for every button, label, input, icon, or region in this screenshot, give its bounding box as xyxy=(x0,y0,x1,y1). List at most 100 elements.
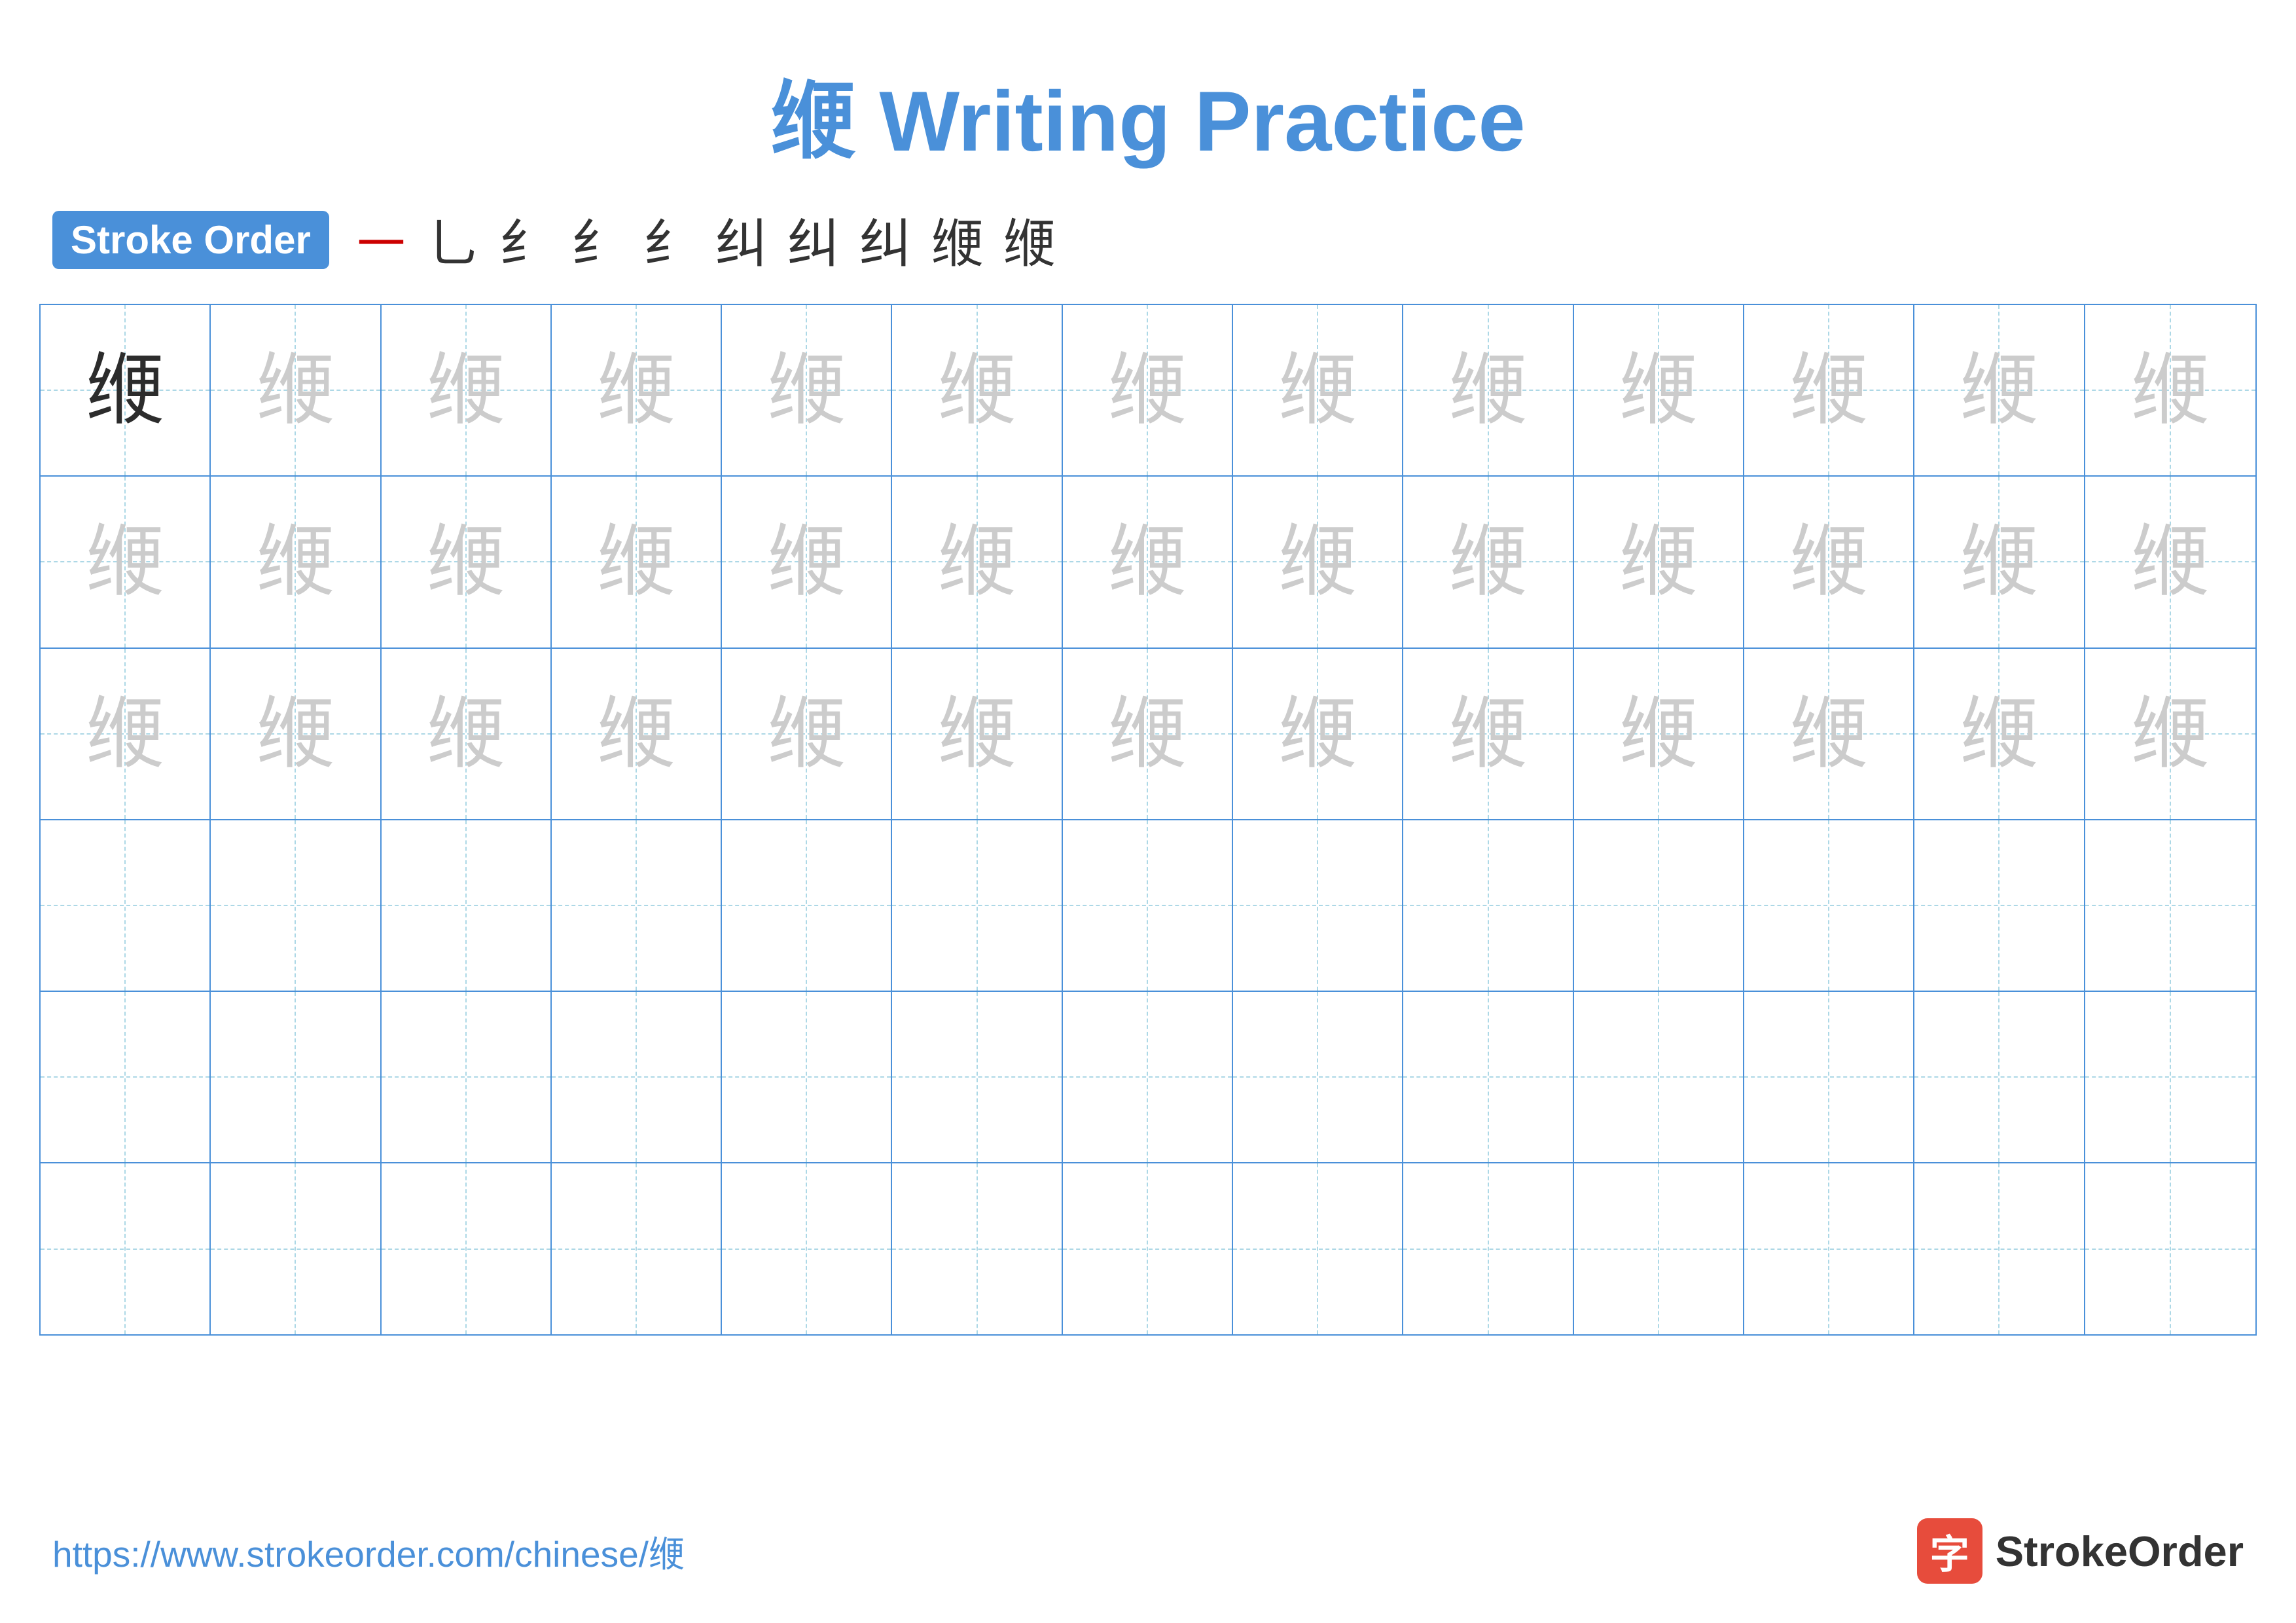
grid-cell-4-11[interactable] xyxy=(1744,820,1914,991)
grid-cell-2-5: 缏 xyxy=(722,477,892,647)
grid-cell-6-9[interactable] xyxy=(1403,1163,1573,1334)
grid-cell-3-7: 缏 xyxy=(1063,649,1233,819)
char-light: 缏 xyxy=(427,522,505,601)
grid-cell-5-13[interactable] xyxy=(2085,992,2255,1162)
stroke-step-4: 纟 xyxy=(571,202,624,278)
char-light: 缏 xyxy=(1278,522,1357,601)
grid-cell-3-3: 缏 xyxy=(382,649,552,819)
grid-cell-2-8: 缏 xyxy=(1233,477,1403,647)
grid-cell-1-4: 缏 xyxy=(552,305,722,475)
char-light: 缏 xyxy=(938,522,1016,601)
grid-cell-6-8[interactable] xyxy=(1233,1163,1403,1334)
grid-cell-3-6: 缏 xyxy=(892,649,1062,819)
grid-cell-1-6: 缏 xyxy=(892,305,1062,475)
grid-cell-5-9[interactable] xyxy=(1403,992,1573,1162)
grid-cell-4-12[interactable] xyxy=(1914,820,2085,991)
char-light: 缏 xyxy=(1449,695,1528,773)
logo-icon-char: 字 xyxy=(1930,1523,1969,1580)
grid-cell-4-10[interactable] xyxy=(1574,820,1744,991)
stroke-step-5: 纟 xyxy=(643,202,696,278)
grid-cell-2-13: 缏 xyxy=(2085,477,2255,647)
grid-cell-2-1: 缏 xyxy=(41,477,211,647)
practice-grid: 缏 缏 缏 缏 缏 缏 缏 缏 缏 缏 缏 缏 xyxy=(39,304,2257,1336)
grid-cell-3-5: 缏 xyxy=(722,649,892,819)
char-light: 缏 xyxy=(1278,351,1357,429)
grid-cell-6-11[interactable] xyxy=(1744,1163,1914,1334)
grid-cell-4-1[interactable] xyxy=(41,820,211,991)
grid-cell-5-12[interactable] xyxy=(1914,992,2085,1162)
grid-cell-4-8[interactable] xyxy=(1233,820,1403,991)
grid-cell-5-5[interactable] xyxy=(722,992,892,1162)
grid-cell-1-8: 缏 xyxy=(1233,305,1403,475)
grid-cell-5-6[interactable] xyxy=(892,992,1062,1162)
char-light: 缏 xyxy=(2131,522,2210,601)
grid-cell-5-4[interactable] xyxy=(552,992,722,1162)
char-light: 缏 xyxy=(1619,351,1698,429)
grid-row-2: 缏 缏 缏 缏 缏 缏 缏 缏 缏 缏 缏 缏 xyxy=(41,477,2255,648)
char-light: 缏 xyxy=(256,695,334,773)
char-light: 缏 xyxy=(1449,351,1528,429)
grid-cell-6-5[interactable] xyxy=(722,1163,892,1334)
grid-row-1: 缏 缏 缏 缏 缏 缏 缏 缏 缏 缏 缏 缏 xyxy=(41,305,2255,477)
grid-cell-2-3: 缏 xyxy=(382,477,552,647)
char-light: 缏 xyxy=(767,351,846,429)
footer-logo: 字 StrokeOrder xyxy=(1917,1518,2244,1584)
grid-cell-2-7: 缏 xyxy=(1063,477,1233,647)
grid-cell-4-7[interactable] xyxy=(1063,820,1233,991)
grid-cell-5-11[interactable] xyxy=(1744,992,1914,1162)
grid-cell-6-4[interactable] xyxy=(552,1163,722,1334)
grid-cell-4-6[interactable] xyxy=(892,820,1062,991)
char-light: 缏 xyxy=(1619,522,1698,601)
grid-cell-6-10[interactable] xyxy=(1574,1163,1744,1334)
grid-cell-2-12: 缏 xyxy=(1914,477,2085,647)
char-light: 缏 xyxy=(427,695,505,773)
stroke-step-10: 缏 xyxy=(1003,202,1056,278)
grid-row-3: 缏 缏 缏 缏 缏 缏 缏 缏 缏 缏 缏 缏 xyxy=(41,649,2255,820)
char-light: 缏 xyxy=(1108,351,1187,429)
grid-cell-4-9[interactable] xyxy=(1403,820,1573,991)
grid-cell-6-3[interactable] xyxy=(382,1163,552,1334)
grid-cell-1-1: 缏 xyxy=(41,305,211,475)
stroke-step-6: 纠 xyxy=(715,202,768,278)
grid-cell-4-4[interactable] xyxy=(552,820,722,991)
grid-cell-6-7[interactable] xyxy=(1063,1163,1233,1334)
grid-cell-5-8[interactable] xyxy=(1233,992,1403,1162)
char-light: 缏 xyxy=(1960,522,2038,601)
grid-cell-1-10: 缏 xyxy=(1574,305,1744,475)
title-text: 缏 Writing Practice xyxy=(770,73,1525,169)
char-light: 缏 xyxy=(427,351,505,429)
grid-cell-5-7[interactable] xyxy=(1063,992,1233,1162)
char-light: 缏 xyxy=(1789,695,1868,773)
grid-row-4 xyxy=(41,820,2255,992)
grid-cell-6-2[interactable] xyxy=(211,1163,381,1334)
grid-cell-1-9: 缏 xyxy=(1403,305,1573,475)
grid-cell-6-1[interactable] xyxy=(41,1163,211,1334)
grid-cell-3-11: 缏 xyxy=(1744,649,1914,819)
char-light: 缏 xyxy=(1960,351,2038,429)
grid-cell-6-13[interactable] xyxy=(2085,1163,2255,1334)
grid-cell-3-1: 缏 xyxy=(41,649,211,819)
char-light: 缏 xyxy=(1619,695,1698,773)
grid-cell-5-2[interactable] xyxy=(211,992,381,1162)
grid-row-6 xyxy=(41,1163,2255,1334)
grid-cell-5-1[interactable] xyxy=(41,992,211,1162)
grid-cell-4-5[interactable] xyxy=(722,820,892,991)
grid-cell-4-3[interactable] xyxy=(382,820,552,991)
grid-cell-6-12[interactable] xyxy=(1914,1163,2085,1334)
char-light: 缏 xyxy=(86,695,164,773)
grid-cell-4-13[interactable] xyxy=(2085,820,2255,991)
stroke-step-9: 缏 xyxy=(931,202,984,278)
grid-cell-4-2[interactable] xyxy=(211,820,381,991)
grid-cell-5-10[interactable] xyxy=(1574,992,1744,1162)
char-light: 缏 xyxy=(1789,351,1868,429)
grid-row-5 xyxy=(41,992,2255,1163)
grid-cell-1-7: 缏 xyxy=(1063,305,1233,475)
stroke-steps: ㇐ 乚 纟 纟 纟 纠 纠 纠 缏 缏 xyxy=(355,202,1056,278)
stroke-order-badge: Stroke Order xyxy=(52,211,329,269)
char-dark: 缏 xyxy=(86,351,164,429)
grid-cell-6-6[interactable] xyxy=(892,1163,1062,1334)
char-light: 缏 xyxy=(938,351,1016,429)
char-light: 缏 xyxy=(2131,695,2210,773)
char-light: 缏 xyxy=(597,351,675,429)
grid-cell-5-3[interactable] xyxy=(382,992,552,1162)
